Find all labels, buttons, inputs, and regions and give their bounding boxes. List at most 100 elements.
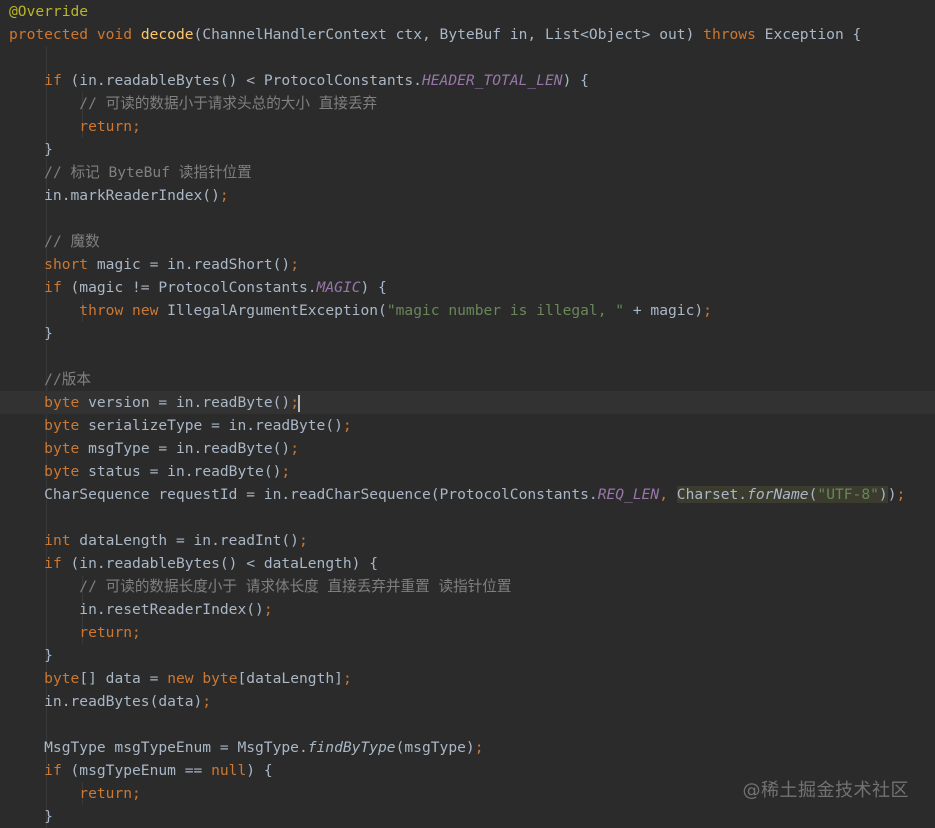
code-token: int — [44, 532, 71, 549]
code-token: return — [79, 118, 133, 135]
code-token: ) { — [246, 762, 273, 779]
code-line[interactable]: // 可读的数据小于请求头总的大小 直接丢弃 — [0, 92, 935, 115]
code-token: MsgType msgTypeEnum = MsgType. — [9, 739, 308, 756]
code-line[interactable] — [0, 46, 935, 69]
code-token: msgType = in.readByte() — [79, 440, 291, 457]
code-line[interactable] — [0, 207, 935, 230]
code-token: // 标记 ByteBuf 读指针位置 — [44, 164, 252, 181]
code-token: dataLength = in.readInt() — [70, 532, 299, 549]
code-token: if — [44, 762, 62, 779]
code-line[interactable]: return; — [0, 621, 935, 644]
code-line[interactable]: byte status = in.readByte(); — [0, 460, 935, 483]
code-line[interactable]: //版本 — [0, 368, 935, 391]
code-token: // 可读的数据小于请求头总的大小 直接丢弃 — [79, 95, 378, 112]
code-token: return — [79, 785, 133, 802]
code-token: in.resetReaderIndex() — [9, 601, 264, 618]
code-token: CharSequence requestId = in.readCharSequ… — [9, 486, 598, 503]
code-token: version = in.readByte() — [79, 394, 291, 411]
code-line[interactable]: // 标记 ByteBuf 读指针位置 — [0, 161, 935, 184]
code-line[interactable]: } — [0, 644, 935, 667]
code-line[interactable]: int dataLength = in.readInt(); — [0, 529, 935, 552]
code-token: void — [96, 26, 133, 43]
code-line[interactable]: throw new IllegalArgumentException("magi… — [0, 299, 935, 322]
code-token: decode — [140, 26, 194, 43]
code-token: ) — [887, 486, 897, 503]
code-line[interactable]: in.readBytes(data); — [0, 690, 935, 713]
code-token: } — [9, 808, 53, 825]
code-line[interactable]: if (magic != ProtocolConstants.MAGIC) { — [0, 276, 935, 299]
code-line[interactable]: if (in.readableBytes() < dataLength) { — [0, 552, 935, 575]
code-token: in.readBytes(data) — [9, 693, 203, 710]
code-line[interactable]: if (in.readableBytes() < ProtocolConstan… — [0, 69, 935, 92]
code-token: ; — [703, 302, 712, 319]
code-token: // 可读的数据长度小于 请求体长度 直接丢弃并重置 读指针位置 — [79, 578, 512, 595]
code-token: IllegalArgumentException( — [158, 302, 387, 319]
code-line[interactable]: in.markReaderIndex(); — [0, 184, 935, 207]
code-token: ; — [290, 440, 299, 457]
code-token: //版本 — [44, 371, 91, 388]
code-token: null — [211, 762, 247, 779]
code-token: status = in.readByte() — [79, 463, 282, 480]
code-lines: @Override protected void decode(ChannelHa… — [0, 0, 935, 828]
code-token: ; — [290, 256, 299, 273]
code-token: ; — [132, 624, 141, 641]
code-token: byte — [44, 417, 80, 434]
code-line[interactable] — [0, 345, 935, 368]
code-token: new — [132, 302, 159, 319]
code-token: ; — [342, 417, 352, 434]
code-token: protected — [9, 26, 89, 43]
code-line[interactable]: } — [0, 138, 935, 161]
code-line[interactable]: // 可读的数据长度小于 请求体长度 直接丢弃并重置 读指针位置 — [0, 575, 935, 598]
code-token: ; — [896, 486, 906, 503]
code-token: (msgTypeEnum == — [61, 762, 212, 779]
code-editor[interactable]: @Override protected void decode(ChannelHa… — [0, 0, 935, 828]
code-token: [dataLength] — [237, 670, 343, 687]
code-line[interactable]: byte msgType = in.readByte(); — [0, 437, 935, 460]
code-token: byte — [44, 394, 80, 411]
code-token: (msgType) — [395, 739, 475, 756]
code-token: ; — [281, 463, 291, 480]
code-token: throws — [703, 26, 756, 43]
code-line[interactable]: byte[] data = new byte[dataLength]; — [0, 667, 935, 690]
code-token: if — [44, 279, 62, 296]
code-token: // 魔数 — [44, 233, 100, 250]
code-token: Charset. — [676, 486, 748, 503]
code-token: ; — [132, 785, 141, 802]
code-line[interactable]: short magic = in.readShort(); — [0, 253, 935, 276]
code-token: MAGIC — [316, 279, 361, 296]
code-line[interactable] — [0, 713, 935, 736]
code-line[interactable] — [0, 506, 935, 529]
code-token: (in.readableBytes() < dataLength) { — [61, 555, 379, 572]
code-token: HEADER_TOTAL_LEN — [421, 72, 563, 89]
code-line[interactable]: @Override — [0, 0, 935, 23]
code-line[interactable]: MsgType msgTypeEnum = MsgType.findByType… — [0, 736, 935, 759]
code-token: ; — [202, 693, 212, 710]
code-token: byte — [44, 463, 80, 480]
code-line[interactable]: in.resetReaderIndex(); — [0, 598, 935, 621]
code-line[interactable]: byte serializeType = in.readByte(); — [0, 414, 935, 437]
code-token: } — [9, 141, 53, 158]
code-token: REQ_LEN — [597, 486, 660, 503]
code-line[interactable]: return; — [0, 115, 935, 138]
code-token: magic = in.readShort() — [88, 256, 291, 273]
code-line[interactable]: protected void decode(ChannelHandlerCont… — [0, 23, 935, 46]
code-token: ; — [263, 601, 273, 618]
code-line[interactable]: CharSequence requestId = in.readCharSequ… — [0, 483, 935, 506]
code-line[interactable]: } — [0, 322, 935, 345]
code-line[interactable]: // 魔数 — [0, 230, 935, 253]
code-token: ; — [342, 670, 352, 687]
code-line[interactable]: byte version = in.readByte(); — [0, 391, 935, 414]
code-line[interactable]: } — [0, 805, 935, 828]
